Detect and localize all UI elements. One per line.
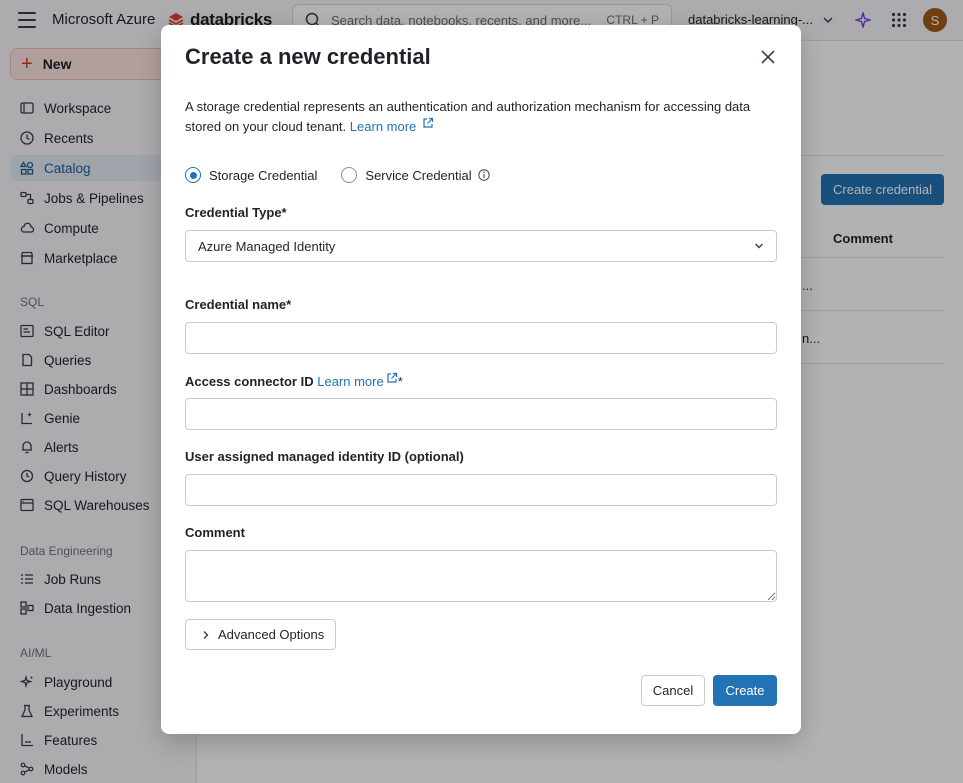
advanced-options-button[interactable]: Advanced Options — [185, 619, 336, 650]
credential-type-select[interactable]: Azure Managed Identity — [185, 230, 777, 262]
learn-more-link[interactable]: Learn more — [350, 119, 416, 134]
credential-name-label: Credential name* — [185, 297, 292, 312]
comment-textarea[interactable] — [185, 550, 777, 602]
required-marker: * — [397, 374, 403, 389]
external-link-icon — [423, 117, 434, 128]
create-credential-dialog: Create a new credential A storage creden… — [161, 25, 801, 734]
access-connector-label: Access connector ID — [185, 374, 314, 389]
dialog-title: Create a new credential — [185, 44, 431, 69]
storage-credential-label[interactable]: Storage Credential — [209, 168, 317, 183]
access-connector-learn-more-link[interactable]: Learn more — [317, 374, 383, 389]
user-identity-input[interactable] — [185, 474, 777, 506]
info-icon[interactable] — [477, 169, 490, 181]
chevron-down-icon — [755, 243, 763, 249]
access-connector-input[interactable] — [185, 398, 777, 430]
description-text: A storage credential represents an authe… — [185, 99, 751, 134]
advanced-options-label: Advanced Options — [218, 627, 325, 642]
close-icon[interactable] — [759, 48, 777, 66]
credential-name-input[interactable] — [185, 322, 777, 354]
dialog-description: A storage credential represents an authe… — [185, 97, 775, 137]
cancel-button[interactable]: Cancel — [641, 675, 705, 706]
credential-type-value: Azure Managed Identity — [198, 238, 336, 254]
chevron-right-icon — [203, 630, 209, 639]
create-button[interactable]: Create — [713, 675, 777, 706]
user-identity-label: User assigned managed identity ID (optio… — [185, 449, 464, 464]
service-credential-label[interactable]: Service Credential — [365, 168, 471, 183]
service-credential-radio[interactable] — [341, 167, 358, 183]
credential-type-label: Credential Type* — [185, 205, 287, 220]
comment-label: Comment — [185, 525, 245, 540]
external-link-icon — [387, 372, 397, 383]
access-connector-label-row: Access connector ID Learn more * — [185, 372, 403, 389]
storage-credential-radio[interactable] — [185, 167, 201, 183]
credential-kind-radio-group: Storage Credential Service Credential — [185, 167, 490, 183]
